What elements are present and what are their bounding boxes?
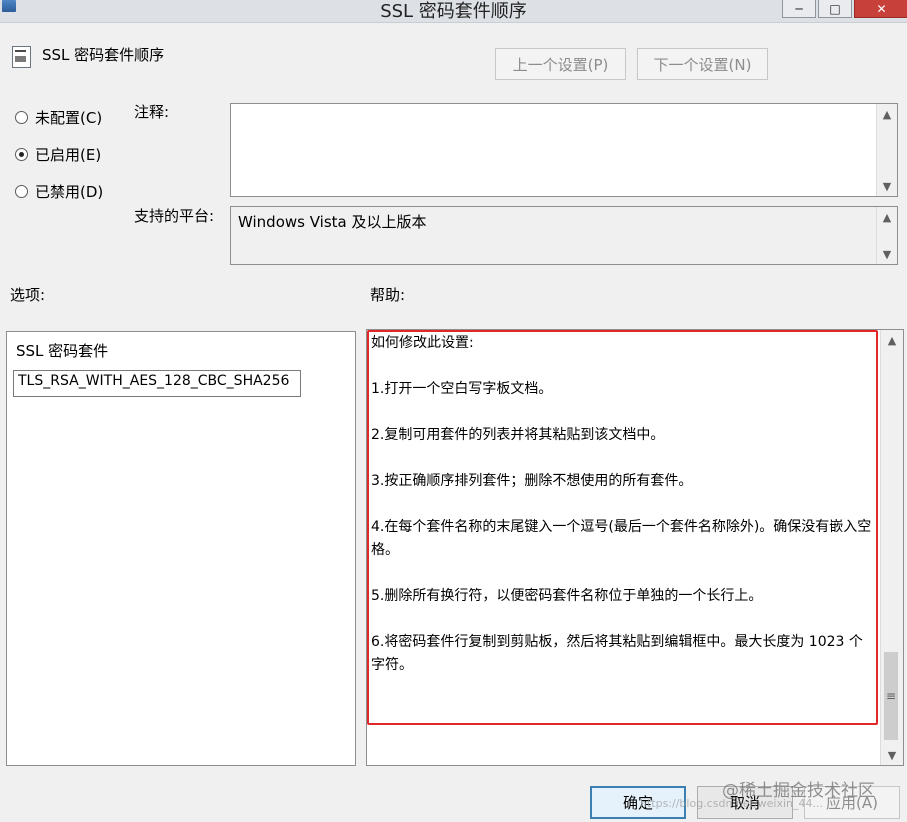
radio-label: 已启用(E) [35,146,102,164]
scroll-thumb[interactable]: ≡ [884,652,898,740]
scroll-down-icon[interactable]: ▼ [877,244,897,264]
options-panel: SSL 密码套件 TLS_RSA_WITH_AES_128_CBC_SHA256 [6,331,356,766]
help-section-label: 帮助: [370,286,406,304]
platform-value: Windows Vista 及以上版本 [238,213,427,231]
help-paragraph: 1.打开一个空白写字板文档。 [371,381,553,397]
platform-scrollbar[interactable]: ▲ ▼ [876,207,897,264]
help-paragraph: 6.将密码套件行复制到剪贴板，然后将其粘贴到编辑框中。最大长度为 1023 个字… [371,634,863,673]
help-scrollbar[interactable]: ▲ ≡ ▼ [880,330,903,765]
help-paragraph: 5.删除所有换行符，以便密码套件名称位于单独的一个长行上。 [371,588,763,604]
options-section-label: 选项: [10,286,46,304]
scroll-up-icon[interactable]: ▲ [881,330,903,350]
window-title: SSL 密码套件顺序 [380,1,527,22]
previous-setting-button[interactable]: 上一个设置(P) [495,48,626,80]
comment-label: 注释: [134,103,170,121]
platform-label: 支持的平台: [134,207,215,225]
watermark-url: https://blog.csdn.net/weixin_44... [640,797,824,810]
scroll-down-icon[interactable]: ▼ [877,176,897,196]
radio-label: 未配置(C) [35,109,103,127]
radio-enabled[interactable]: 已启用(E) [15,144,101,165]
scroll-up-icon[interactable]: ▲ [877,207,897,227]
scroll-up-icon[interactable]: ▲ [877,104,897,124]
platform-field: Windows Vista 及以上版本 ▲ ▼ [230,206,898,265]
close-button[interactable]: ✕ [854,0,907,18]
cipher-suite-input[interactable]: TLS_RSA_WITH_AES_128_CBC_SHA256 [13,370,301,397]
radio-circle[interactable] [15,185,28,198]
help-paragraph: 如何修改此设置: [371,335,474,351]
radio-label: 已禁用(D) [35,183,104,201]
help-paragraph: 3.按正确顺序排列套件；删除不想使用的所有套件。 [371,473,693,489]
radio-not-configured[interactable]: 未配置(C) [15,107,102,128]
scroll-down-icon[interactable]: ▼ [881,745,903,765]
policy-setting-icon [12,46,31,68]
next-setting-button[interactable]: 下一个设置(N) [637,48,768,80]
minimize-button[interactable]: ─ [782,0,816,18]
help-paragraph: 4.在每个套件名称的末尾键入一个逗号(最后一个套件名称除外)。确保没有嵌入空格。 [371,519,872,558]
radio-disabled[interactable]: 已禁用(D) [15,181,103,202]
help-panel: 如何修改此设置: 1.打开一个空白写字板文档。 2.复制可用套件的列表并将其粘贴… [366,329,904,766]
cipher-suite-title: SSL 密码套件 [16,342,109,360]
help-text: 如何修改此设置: 1.打开一个空白写字板文档。 2.复制可用套件的列表并将其粘贴… [371,332,873,700]
comment-scrollbar[interactable]: ▲ ▼ [876,104,897,196]
title-bar: SSL 密码套件顺序 ─ □ ✕ [0,0,907,23]
radio-circle[interactable] [15,111,28,124]
comment-textarea[interactable]: ▲ ▼ [230,103,898,197]
maximize-button[interactable]: □ [818,0,852,18]
radio-circle-selected[interactable] [15,148,28,161]
help-paragraph: 2.复制可用套件的列表并将其粘贴到该文档中。 [371,427,665,443]
setting-title: SSL 密码套件顺序 [42,46,165,64]
